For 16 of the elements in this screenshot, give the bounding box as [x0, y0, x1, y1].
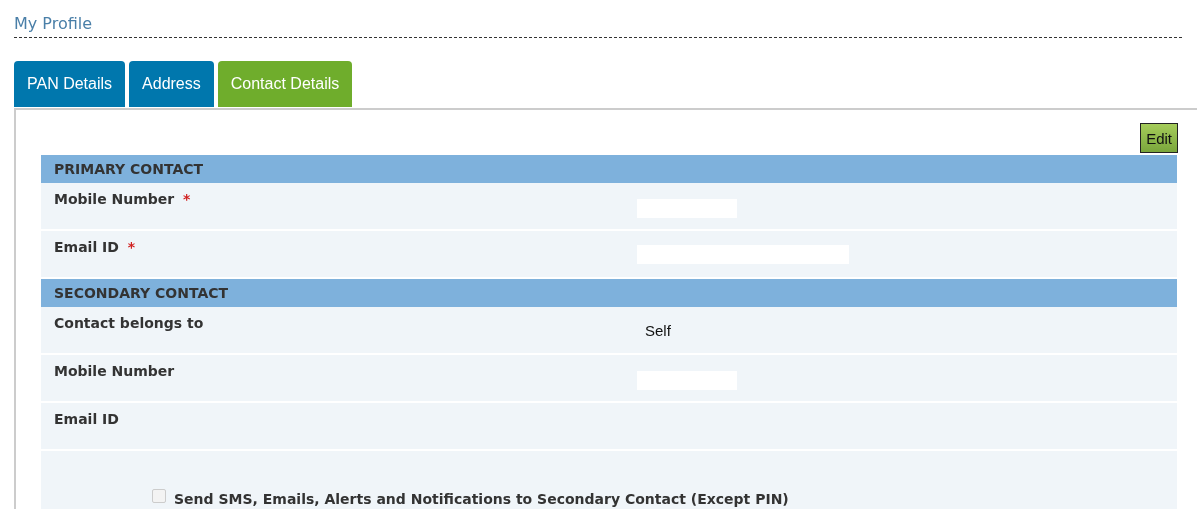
checkbox-label: Send SMS, Emails, Alerts and Notifications to Secondary Contact (Except PIN) [174, 491, 789, 507]
tab[interactable]: Contact Details [217, 61, 353, 107]
field-label: Contact belongs to [54, 315, 204, 331]
required-asterisk: * [127, 239, 136, 255]
edit-button[interactable]: Edit [1140, 123, 1178, 153]
field-label: Mobile Number [54, 191, 175, 207]
page-title: My Profile [14, 14, 93, 34]
tab[interactable]: Address [129, 61, 214, 107]
field-label: Email ID [54, 239, 119, 255]
section-header: PRIMARY CONTACT [41, 155, 1177, 183]
required-asterisk: * [183, 191, 191, 207]
tab[interactable]: PAN Details [14, 61, 126, 107]
field-label: Mobile Number [54, 363, 175, 379]
field-label: Email ID [54, 411, 119, 427]
section-header: SECONDARY CONTACT [41, 279, 1177, 307]
field-value: Self [645, 322, 671, 339]
